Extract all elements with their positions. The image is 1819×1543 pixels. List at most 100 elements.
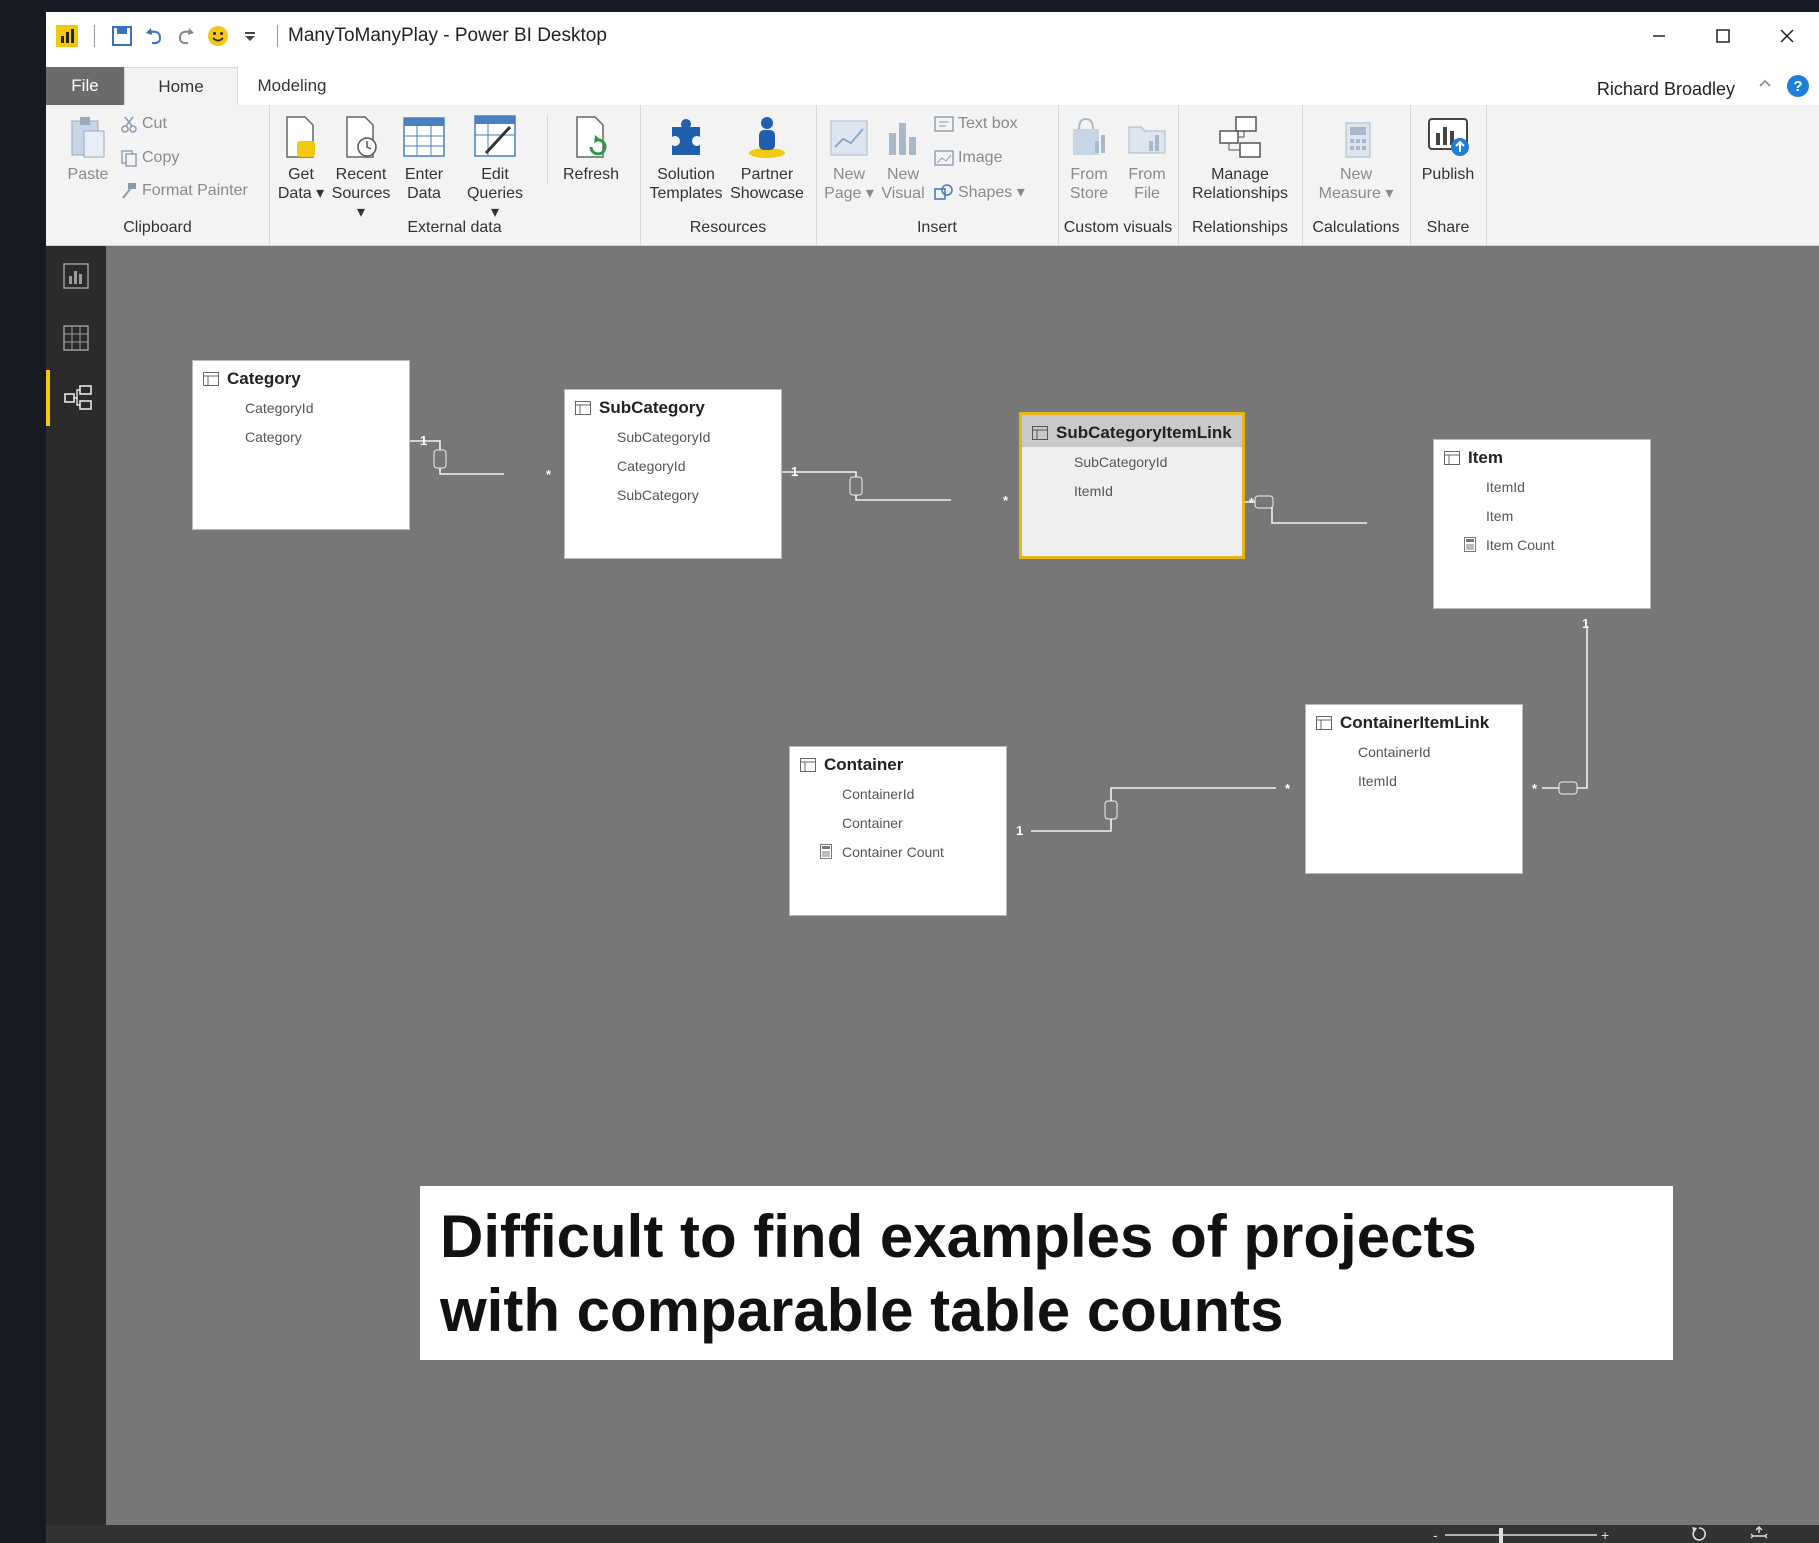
crossfilter-marker <box>433 449 447 469</box>
field-subcategoryid[interactable]: SubCategoryId <box>565 422 781 451</box>
undo-icon[interactable] <box>143 25 165 47</box>
image-icon <box>934 150 954 166</box>
table-card-category[interactable]: Category CategoryId Category <box>192 360 410 530</box>
field-itemid[interactable]: ItemId <box>1306 766 1522 795</box>
partner-showcase-button[interactable]: Partner Showcase <box>728 115 806 203</box>
rel-container-containerlink <box>1031 787 1276 832</box>
new-measure-button[interactable]: New Measure ▾ <box>1306 115 1406 203</box>
group-label-share: Share <box>1426 219 1470 236</box>
window-controls <box>1627 12 1819 59</box>
paintbrush-icon <box>122 183 136 199</box>
collapse-ribbon-icon[interactable] <box>1757 75 1773 96</box>
relationships-view-button[interactable] <box>46 370 106 426</box>
cardinality-many: * <box>1003 493 1009 508</box>
tab-file[interactable]: File <box>46 67 124 105</box>
field-item-count[interactable]: Item Count <box>1434 530 1650 559</box>
from-file-button[interactable]: From File <box>1120 115 1174 203</box>
fit-to-screen-icon[interactable] <box>1749 1525 1769 1543</box>
publish-button[interactable]: Publish <box>1414 115 1482 184</box>
report-view-icon <box>63 263 89 289</box>
shapes-button[interactable]: Shapes ▾ <box>934 182 1025 202</box>
table-card-container[interactable]: Container ContainerId Container Containe… <box>789 746 1007 916</box>
status-bar: - + <box>46 1525 1819 1543</box>
cardinality-many: * <box>546 467 552 482</box>
table-header: SubCategoryItemLink <box>1022 415 1242 447</box>
calculator-icon <box>1334 115 1378 159</box>
field-category[interactable]: Category <box>193 422 409 451</box>
minimize-icon <box>1653 34 1665 37</box>
reset-layout-icon[interactable] <box>1689 1525 1709 1543</box>
table-card-subcategory[interactable]: SubCategory SubCategoryId CategoryId Sub… <box>564 389 782 559</box>
edit-queries-icon <box>473 115 517 159</box>
table-card-item[interactable]: Item ItemId Item Item Count <box>1433 439 1651 609</box>
minimize-button[interactable] <box>1627 12 1691 59</box>
image-button[interactable]: Image <box>934 149 1002 167</box>
format-painter-button[interactable]: Format Painter <box>120 182 248 200</box>
refresh-button[interactable]: Refresh <box>547 115 628 184</box>
field-itemid[interactable]: ItemId <box>1022 476 1242 505</box>
crossfilter-marker <box>1254 495 1274 509</box>
paste-button[interactable]: Paste <box>58 115 118 184</box>
field-itemid[interactable]: ItemId <box>1434 472 1650 501</box>
field-subcategoryid[interactable]: SubCategoryId <box>1022 447 1242 476</box>
new-visual-icon <box>881 115 925 159</box>
solution-templates-button[interactable]: Solution Templates <box>648 115 724 203</box>
copy-button[interactable]: Copy <box>120 149 179 167</box>
new-page-button[interactable]: New Page ▾ <box>822 115 876 203</box>
cardinality-one: 1 <box>1016 823 1023 838</box>
field-categoryid[interactable]: CategoryId <box>193 393 409 422</box>
help-icon[interactable]: ? <box>1787 75 1809 97</box>
tab-modeling[interactable]: Modeling <box>236 67 348 105</box>
save-icon[interactable] <box>111 25 133 47</box>
field-item[interactable]: Item <box>1434 501 1650 530</box>
edit-queries-button[interactable]: Edit Queries ▾ <box>461 115 529 222</box>
data-view-button[interactable] <box>46 310 106 366</box>
field-container-count[interactable]: Container Count <box>790 837 1006 866</box>
puzzle-piece-icon <box>664 115 708 159</box>
table-header: SubCategory <box>565 390 781 422</box>
quick-access-toolbar <box>46 24 284 47</box>
ribbon-tabs: File Home Modeling Richard Broadley ? <box>46 59 1819 106</box>
store-bag-icon <box>1067 115 1111 159</box>
cut-button[interactable]: Cut <box>120 115 167 133</box>
smiley-feedback-icon[interactable] <box>207 25 229 47</box>
relationship-canvas[interactable]: 1 * 1 * * 1 1 1 * * Category CategoryId … <box>106 246 1819 1526</box>
field-categoryid[interactable]: CategoryId <box>565 451 781 480</box>
refresh-icon <box>569 115 613 159</box>
group-clipboard: Paste Cut Copy Format Painter Clipboard <box>46 105 270 245</box>
paste-icon <box>66 115 110 159</box>
maximize-button[interactable] <box>1691 12 1755 59</box>
table-icon <box>1316 716 1332 730</box>
cardinality-one: 1 <box>420 433 427 448</box>
get-data-icon <box>279 115 323 159</box>
customize-qat-icon[interactable] <box>239 25 261 47</box>
table-icon <box>1032 426 1048 440</box>
tab-home[interactable]: Home <box>124 67 238 106</box>
caption-line-1: Difficult to find examples of projects <box>440 1203 1477 1270</box>
redo-icon[interactable] <box>175 25 197 47</box>
field-container[interactable]: Container <box>790 808 1006 837</box>
table-card-containeritemlink[interactable]: ContainerItemLink ContainerId ItemId <box>1305 704 1523 874</box>
caption-line-2: with comparable table counts <box>440 1277 1284 1344</box>
recent-sources-button[interactable]: Recent Sources ▾ <box>327 115 395 222</box>
zoom-slider[interactable]: - + <box>1429 1525 1649 1543</box>
field-containerid[interactable]: ContainerId <box>790 779 1006 808</box>
user-name[interactable]: Richard Broadley <box>1597 79 1735 100</box>
close-button[interactable] <box>1755 12 1819 59</box>
from-store-button[interactable]: From Store <box>1062 115 1116 203</box>
manage-relationships-button[interactable]: Manage Relationships <box>1182 115 1298 203</box>
field-containerid[interactable]: ContainerId <box>1306 737 1522 766</box>
group-relationships: Manage Relationships Relationships <box>1178 105 1303 245</box>
ribbon: Paste Cut Copy Format Painter Clipboard <box>46 105 1819 246</box>
cardinality-many: * <box>1532 781 1538 796</box>
enter-data-button[interactable]: Enter Data <box>397 115 451 203</box>
field-subcategory[interactable]: SubCategory <box>565 480 781 509</box>
get-data-button[interactable]: Get Data ▾ <box>277 115 325 203</box>
text-box-button[interactable]: Text box <box>934 115 1018 133</box>
table-header: Category <box>193 361 409 393</box>
svg-text:+: + <box>1601 1527 1609 1543</box>
report-view-button[interactable] <box>46 248 106 304</box>
table-card-subcategoryitemlink[interactable]: SubCategoryItemLink SubCategoryId ItemId <box>1019 412 1245 559</box>
group-label-custom-visuals: Custom visuals <box>1063 219 1173 236</box>
new-visual-button[interactable]: New Visual <box>878 115 928 203</box>
